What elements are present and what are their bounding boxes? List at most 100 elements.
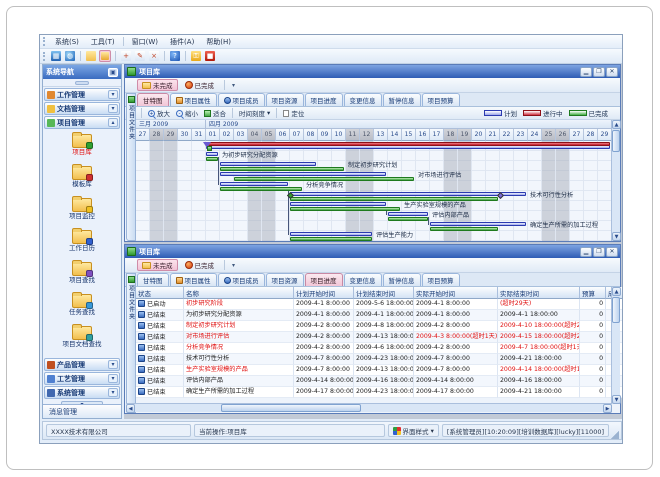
sidebar-item-6[interactable]: 项目文档查找 <box>43 323 121 355</box>
gantt-tab-6[interactable]: 暂停信息 <box>383 93 421 106</box>
column-header-2[interactable]: 计划开始时间 <box>294 287 354 299</box>
scroll-down-arrow[interactable]: ▼ <box>612 395 621 404</box>
column-header-3[interactable]: 计划结束时间 <box>354 287 414 299</box>
chevron-down-icon[interactable]: ▾ <box>108 104 118 113</box>
sidebar-item-4[interactable]: 项目查找 <box>43 259 121 291</box>
actual-bar[interactable] <box>220 187 302 191</box>
actual-bar[interactable] <box>206 157 218 161</box>
doc-new-icon[interactable]: + <box>120 50 132 62</box>
gantt-window-titlebar[interactable]: 项目库 ▁ ❐ ✕ <box>125 65 620 78</box>
actual-bar[interactable] <box>234 177 414 181</box>
chevron-down-icon[interactable]: ▴ <box>108 118 118 127</box>
resize-grip[interactable] <box>611 431 619 439</box>
table-horizontal-scrollbar[interactable]: ◀ ▶ <box>126 403 612 412</box>
table-row[interactable]: 已结束对市场进行评估2009-4-2 8:00:002009-4-13 18:0… <box>136 332 622 343</box>
tab-message-management[interactable]: 消息管理 <box>43 404 121 418</box>
close-button[interactable]: ✕ <box>606 67 618 77</box>
actual-bar[interactable] <box>290 197 498 201</box>
doc-edit-icon[interactable]: ✎ <box>134 50 146 62</box>
table-row[interactable]: 已结束评估内部产品2009-4-14 8:00:002009-4-16 18:0… <box>136 376 622 387</box>
chevron-down-icon[interactable]: ▾ <box>108 360 118 369</box>
gantt-tab-7[interactable]: 项目预算 <box>422 93 460 106</box>
maximize-button[interactable]: ❐ <box>593 67 605 77</box>
table-row[interactable]: 已启动初步研究阶段2009-4-1 8:00:002009-5-6 18:00:… <box>136 299 622 310</box>
planned-bar[interactable] <box>430 222 526 226</box>
locate-button[interactable]: 定位 <box>280 108 307 118</box>
network-icon[interactable]: ▦ <box>50 50 62 62</box>
scroll-thumb[interactable] <box>221 404 361 412</box>
table-row[interactable]: 已结束技术可行性分析2009-4-7 8:00:002009-4-23 18:0… <box>136 354 622 365</box>
zoom-out-button[interactable]: -缩小 <box>173 108 201 118</box>
column-header-6[interactable]: 预算 <box>580 287 606 299</box>
column-header-4[interactable]: 实际开始时间 <box>414 287 498 299</box>
doc-delete-icon[interactable]: × <box>148 50 160 62</box>
planned-bar[interactable] <box>290 192 526 196</box>
gantt-tab-4[interactable]: 项目进度 <box>305 93 343 106</box>
sidebar-item-1[interactable]: 模板库 <box>43 163 121 195</box>
column-header-0[interactable]: 状态 <box>136 287 184 299</box>
chevron-down-icon[interactable]: ▾ <box>108 374 118 383</box>
table-row[interactable]: 已结束分析竞争情况2009-4-2 8:00:002009-4-6 18:00:… <box>136 343 622 354</box>
finished-filter-button[interactable]: 已完成 <box>180 79 220 91</box>
table-tab-2[interactable]: 项目成员 <box>218 273 265 286</box>
planned-bar[interactable] <box>206 152 218 156</box>
table-row[interactable]: 已结束为初步研究分配资源2009-4-1 8:00:002009-4-1 18:… <box>136 310 622 321</box>
scroll-thumb[interactable] <box>612 130 620 152</box>
sidebar-item-3[interactable]: 工作日历 <box>43 227 121 259</box>
folder-save-icon[interactable] <box>99 50 111 62</box>
scroll-left-arrow[interactable]: ◀ <box>126 404 135 413</box>
table-row[interactable]: 已结束确定生产所需的加工过程2009-4-17 8:00:002009-4-23… <box>136 387 622 398</box>
globe-icon[interactable]: ◍ <box>64 50 76 62</box>
minimize-button[interactable]: ▁ <box>580 247 592 257</box>
column-header-1[interactable]: 名称 <box>184 287 294 299</box>
chevron-down-icon[interactable]: ▾ <box>108 90 118 99</box>
unfinished-filter-button[interactable]: 未完成 <box>137 79 178 91</box>
scroll-down-arrow[interactable]: ▼ <box>612 232 621 241</box>
table-tab-1[interactable]: 项目属性 <box>170 273 217 286</box>
planned-bar[interactable] <box>290 232 372 236</box>
column-header-5[interactable]: 实际结束时间 <box>498 287 580 299</box>
table-tab-0[interactable]: 甘特图 <box>137 273 169 286</box>
finished-filter-button[interactable]: 已完成 <box>180 259 220 271</box>
table-vertical-scrollbar[interactable]: ▲ ▼ <box>611 287 620 404</box>
menu-item-3[interactable]: 插件(A) <box>164 36 200 48</box>
fit-button[interactable]: 适合 <box>201 108 229 118</box>
project-folder-side-tab[interactable]: 项目文件夹 <box>126 93 136 241</box>
gantt-tab-0[interactable]: 甘特图 <box>137 93 169 106</box>
gantt-tab-5[interactable]: 变更信息 <box>344 93 382 106</box>
chevron-down-icon[interactable]: ▾ <box>108 388 118 397</box>
exit-icon[interactable]: ■ <box>204 50 216 62</box>
planned-bar[interactable] <box>290 202 386 206</box>
table-window-titlebar[interactable]: 项目库 ▁ ❐ ✕ <box>125 245 620 258</box>
sidebar-item-2[interactable]: 项目监控 <box>43 195 121 227</box>
planned-bar[interactable] <box>388 212 428 216</box>
sidebar-item-5[interactable]: 任务查找 <box>43 291 121 323</box>
sidebar-group-top-0-group[interactable]: 工作管理▾ <box>44 88 120 101</box>
sidebar-group-bottom-1-group[interactable]: 工艺管理▾ <box>44 372 120 385</box>
zoom-in-button[interactable]: +放大 <box>145 108 173 118</box>
scroll-right-arrow[interactable]: ▶ <box>603 404 612 413</box>
summary-inprogress-bar[interactable] <box>206 142 610 146</box>
sidebar-group-bottom-2-group[interactable]: 系统管理▾ <box>44 386 120 399</box>
planned-bar[interactable] <box>220 172 386 176</box>
actual-bar[interactable] <box>220 167 344 171</box>
gantt-vertical-scrollbar[interactable]: ▲ ▼ <box>611 120 620 241</box>
overflow-chevron-icon[interactable]: ▾ <box>232 262 235 269</box>
minimize-button[interactable]: ▁ <box>580 67 592 77</box>
scroll-up-arrow[interactable]: ▲ <box>612 120 621 129</box>
help-icon[interactable]: ? <box>169 50 181 62</box>
actual-bar[interactable] <box>290 207 400 211</box>
ui-style-dropdown[interactable]: 界面样式 ▾ <box>388 424 439 437</box>
sidebar-collapse-strip[interactable] <box>43 79 121 87</box>
table-row[interactable]: 已结束制定初步研究计划2009-4-2 8:00:002009-4-8 18:0… <box>136 321 622 332</box>
overflow-chevron-icon[interactable]: ▾ <box>232 82 235 89</box>
table-tab-5[interactable]: 变更信息 <box>344 273 382 286</box>
unfinished-filter-button[interactable]: 未完成 <box>137 259 178 271</box>
actual-bar[interactable] <box>388 217 428 221</box>
menu-item-0[interactable]: 系统(S) <box>49 36 85 48</box>
menu-item-2[interactable]: 窗口(W) <box>126 36 164 48</box>
sidebar-group-top-1-group[interactable]: 文档管理▾ <box>44 102 120 115</box>
menu-item-4[interactable]: 帮助(H) <box>200 36 237 48</box>
sidebar-group-top-2-group[interactable]: 项目管理▴ <box>44 116 120 129</box>
sidebar-group-bottom-0-group[interactable]: 产品管理▾ <box>44 358 120 371</box>
